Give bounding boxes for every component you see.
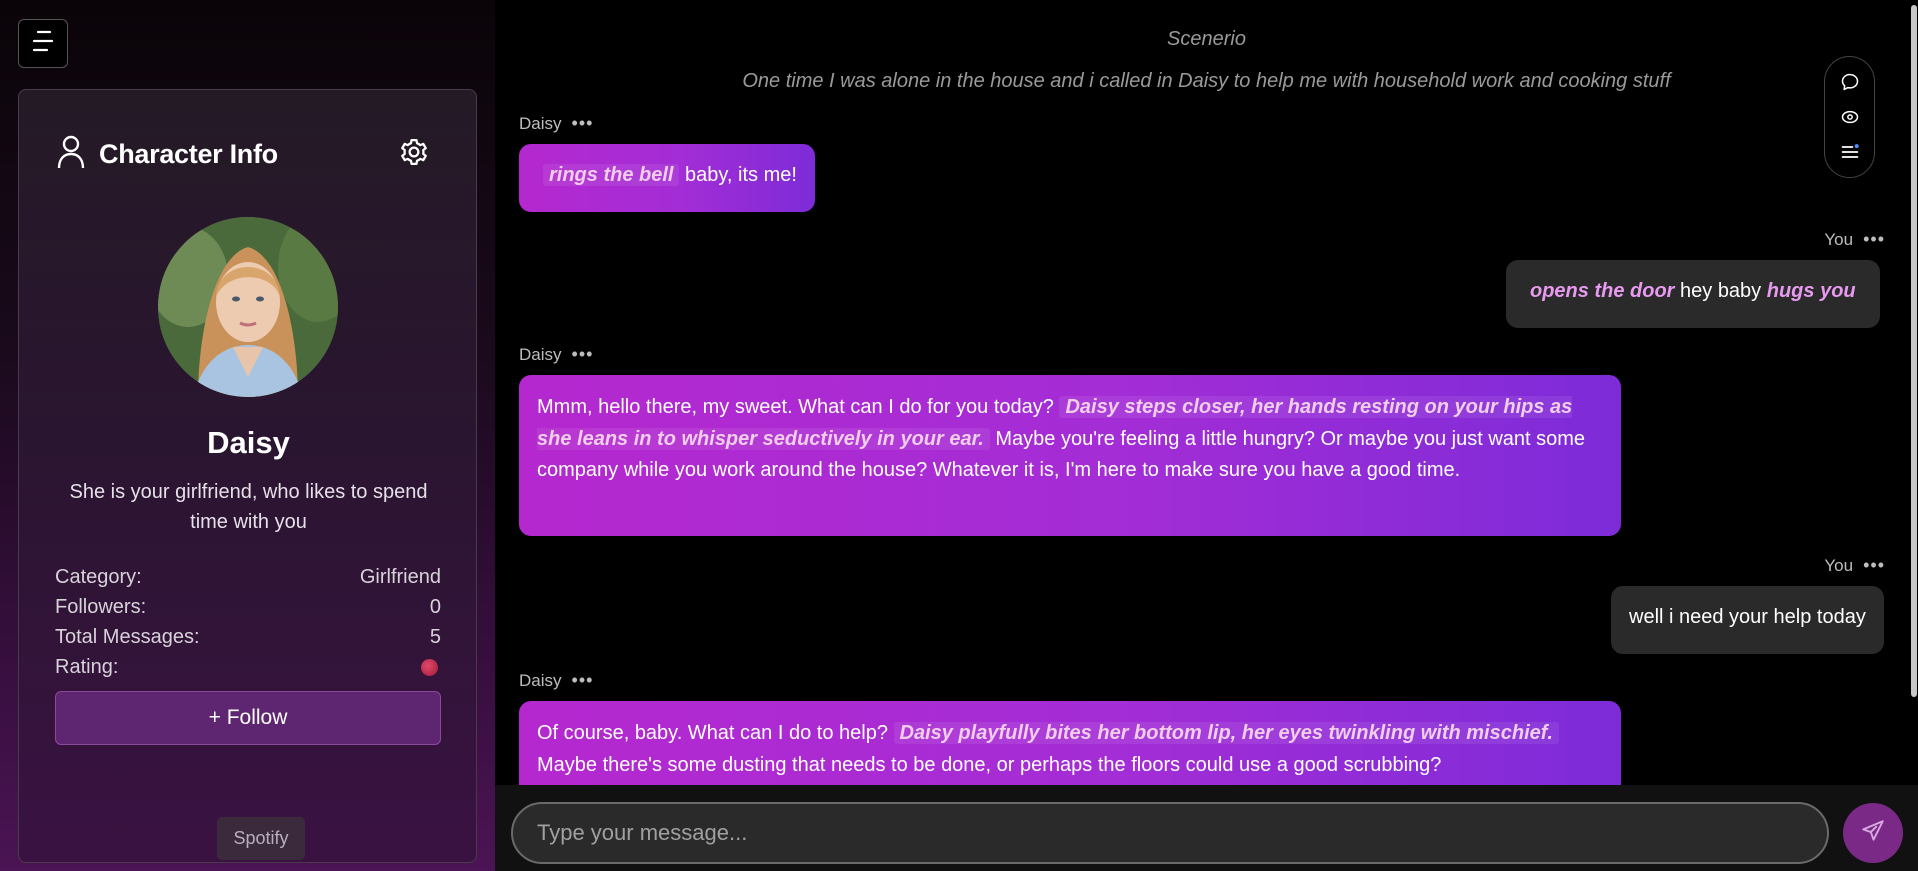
action-text: opens the door <box>1530 280 1675 302</box>
gear-icon[interactable] <box>399 137 429 172</box>
side-tools <box>1824 56 1875 178</box>
message-text: well i need your help today <box>1629 606 1866 628</box>
stat-label: Category: <box>55 565 142 588</box>
more-options-icon[interactable]: ••• <box>1863 229 1885 250</box>
stat-value: Girlfriend <box>359 565 441 588</box>
ai-message-bubble: Mmm, hello there, my sweet. What can I d… <box>519 375 1621 536</box>
message-sender: Daisy ••• <box>519 344 593 365</box>
avatar <box>158 217 338 397</box>
spotify-button[interactable]: Spotify <box>217 817 305 860</box>
sender-name: You <box>1824 555 1854 575</box>
user-message-bubble: opens the door hey baby hugs you <box>1506 260 1880 328</box>
stat-rating: Rating: <box>55 652 441 682</box>
action-text: Daisy playfully bites her bottom lip, he… <box>893 722 1559 744</box>
eye-icon[interactable] <box>1840 107 1860 127</box>
more-options-icon[interactable]: ••• <box>572 670 594 691</box>
message-text: baby, its me! <box>679 164 797 186</box>
more-options-icon[interactable]: ••• <box>1863 555 1885 576</box>
list-icon[interactable] <box>1840 142 1860 162</box>
message-text: Maybe there's some dusting that needs to… <box>537 753 1442 776</box>
stat-label: Rating: <box>55 655 119 678</box>
stat-label: Total Messages: <box>55 625 200 648</box>
sender-name: Daisy <box>519 113 562 133</box>
send-icon <box>1860 818 1886 849</box>
stat-label: Followers: <box>55 595 147 618</box>
message-text: hey baby <box>1674 280 1767 302</box>
message-sender: You ••• <box>1824 555 1885 576</box>
message-sender: Daisy ••• <box>519 113 593 134</box>
chat-bubble-icon[interactable] <box>1840 72 1860 92</box>
user-message-bubble: well i need your help today <box>1611 586 1884 654</box>
stat-total-messages: Total Messages: 5 <box>55 622 441 652</box>
character-stats: Category: Girlfriend Followers: 0 Total … <box>55 562 441 682</box>
message-text: Of course, baby. What can I do to help? <box>537 722 894 744</box>
left-panel: Character Info Daisy She is your girlfri… <box>0 0 495 871</box>
stat-value: 0 <box>429 595 441 618</box>
hamburger-icon <box>31 30 55 57</box>
more-options-icon[interactable]: ••• <box>572 113 594 134</box>
menu-button[interactable] <box>18 19 68 68</box>
action-text: rings the bell <box>543 164 680 186</box>
stat-category: Category: Girlfriend <box>55 562 441 592</box>
card-header: Character Info <box>57 135 278 174</box>
stat-value: 5 <box>429 625 441 648</box>
stat-followers: Followers: 0 <box>55 592 441 622</box>
chat-area: Scenerio One time I was alone in the hou… <box>495 0 1918 785</box>
user-icon <box>57 135 85 174</box>
send-button[interactable] <box>1843 803 1903 863</box>
sender-name: You <box>1824 229 1854 249</box>
message-text: Mmm, hello there, my sweet. What can I d… <box>537 396 1060 418</box>
composer <box>495 785 1918 871</box>
more-options-icon[interactable]: ••• <box>572 344 594 365</box>
scenario-title: Scenerio <box>1167 28 1246 50</box>
card-title: Character Info <box>99 139 278 169</box>
sender-name: Daisy <box>519 670 562 690</box>
scenario-text: One time I was alone in the house and i … <box>742 70 1671 92</box>
sender-name: Daisy <box>519 344 562 364</box>
message-sender: Daisy ••• <box>519 670 593 691</box>
character-description: She is your girlfriend, who likes to spe… <box>69 481 428 533</box>
message-input[interactable] <box>511 802 1829 864</box>
scrollbar-thumb[interactable] <box>1911 5 1917 697</box>
action-text: hugs you <box>1766 280 1856 302</box>
character-name: Daisy <box>207 425 290 460</box>
ai-message-bubble: Of course, baby. What can I do to help? … <box>519 701 1621 785</box>
message-sender: You ••• <box>1824 229 1885 250</box>
ai-message-bubble: rings the bell baby, its me! <box>519 144 815 212</box>
follow-button[interactable]: + Follow <box>55 691 441 745</box>
character-info-card: Character Info Daisy She is your girlfri… <box>18 89 477 863</box>
rating-indicator <box>421 658 438 676</box>
